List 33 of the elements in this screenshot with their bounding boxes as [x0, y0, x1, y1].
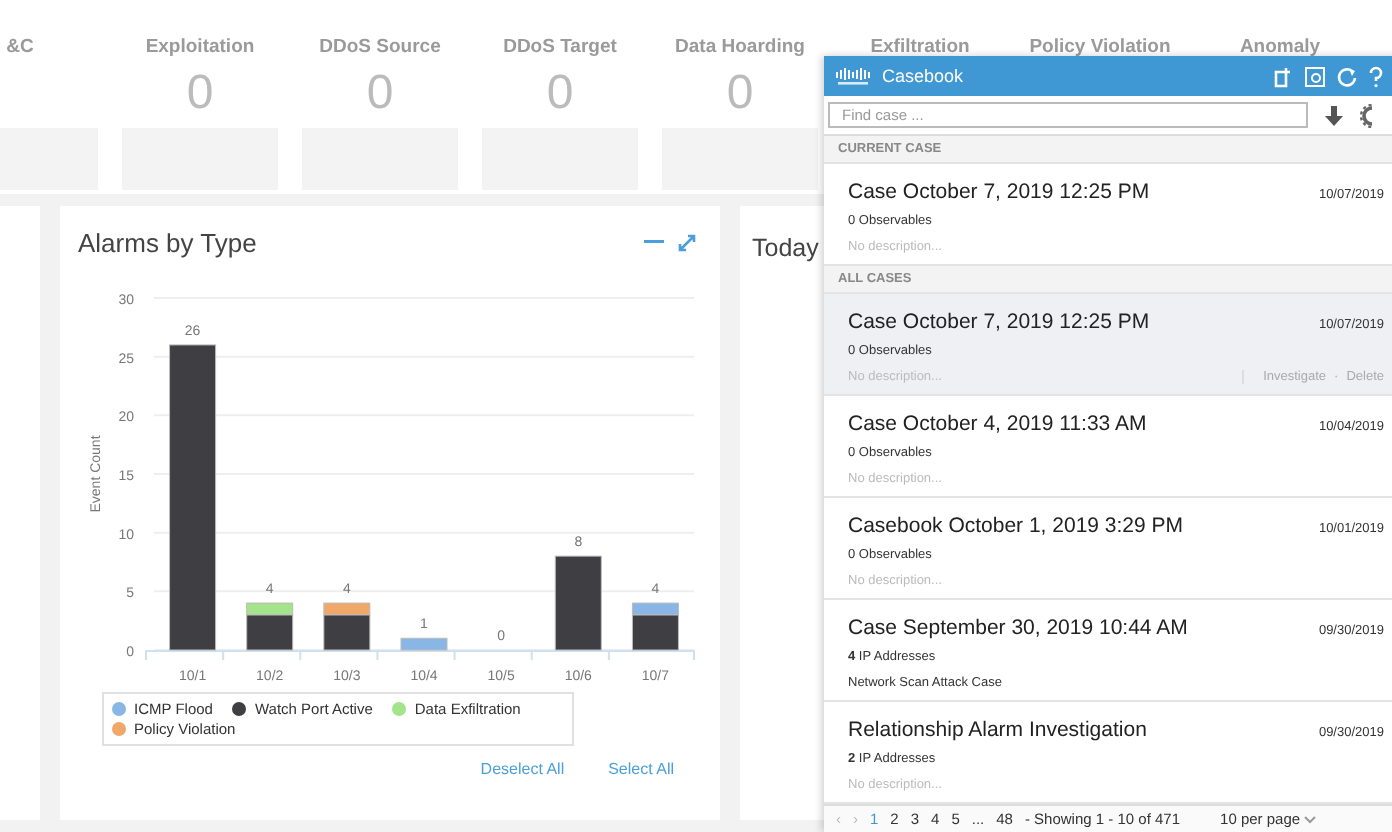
gear-icon[interactable]: [1360, 103, 1372, 127]
metric-label: Anomaly: [1239, 36, 1321, 58]
bar-segment: [400, 637, 448, 651]
metric-value: 0: [366, 66, 394, 122]
bar-segment: [554, 555, 602, 651]
case-title: Relationship Alarm Investigation: [848, 718, 1147, 742]
case-title: Case October 7, 2019 12:25 PM: [848, 180, 1150, 204]
metric-label: Exploitation: [145, 36, 255, 58]
metric-label: DDoS Source: [319, 36, 441, 58]
metric-label: Data Hoarding: [675, 36, 805, 58]
panel-title: Today: [752, 234, 819, 262]
caret-icon: [1304, 816, 1317, 824]
metric-label: &C: [6, 36, 34, 58]
case-title: Casebook October 1, 2019 3:29 PM: [848, 514, 1184, 538]
metric-label: DDoS Target: [503, 36, 617, 58]
panel-title: Alarms by Type: [78, 227, 259, 257]
case-title: Case October 4, 2019 11:33 AM: [848, 412, 1147, 436]
metric-label: Exfiltration: [870, 36, 970, 58]
minimize-icon[interactable]: [644, 238, 664, 246]
help-icon[interactable]: [1368, 65, 1384, 87]
window-title: Casebook: [882, 66, 964, 86]
download-icon[interactable]: [1324, 105, 1344, 125]
add-note-icon[interactable]: [1272, 65, 1294, 87]
bars-logo-icon: [836, 67, 872, 85]
expand-icon[interactable]: [678, 233, 696, 251]
case-title: Case October 7, 2019 12:25 PM: [848, 310, 1150, 334]
metric-label: Policy Violation: [1029, 36, 1171, 58]
metric-value: 0: [546, 66, 574, 122]
metric-value: 0: [726, 66, 754, 122]
metric-value: 0: [186, 66, 214, 122]
window-search-icon[interactable]: [1304, 65, 1326, 87]
refresh-icon[interactable]: [1336, 65, 1358, 87]
case-title: Case September 30, 2019 10:44 AM: [848, 616, 1188, 640]
